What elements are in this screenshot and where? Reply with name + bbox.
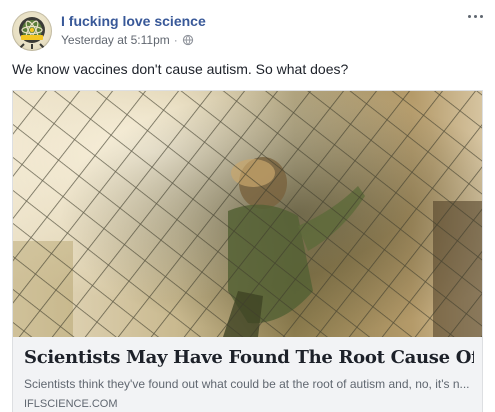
post-timestamp[interactable]: Yesterday at 5:11pm — [61, 33, 170, 47]
more-options-icon[interactable] — [463, 8, 487, 24]
globe-icon — [182, 34, 194, 46]
page-name-link[interactable]: I fucking love science — [61, 13, 206, 29]
link-preview-card[interactable]: Scientists May Have Found The Root Cause… — [12, 90, 483, 412]
atom-logo-icon — [19, 17, 45, 49]
link-headline[interactable]: Scientists May Have Found The Root Cause… — [24, 347, 474, 368]
meta-separator: · — [173, 33, 178, 47]
page-avatar[interactable] — [12, 11, 52, 51]
link-source-domain: IFLSCIENCE.COM — [24, 398, 118, 410]
link-preview-text[interactable]: Scientists May Have Found The Root Cause… — [13, 337, 482, 412]
link-preview-image[interactable] — [13, 91, 482, 337]
link-description: Scientists think they've found out what … — [24, 377, 470, 391]
post-meta: Yesterday at 5:11pm · — [61, 33, 194, 47]
post-caption: We know vaccines don't cause autism. So … — [12, 61, 349, 77]
